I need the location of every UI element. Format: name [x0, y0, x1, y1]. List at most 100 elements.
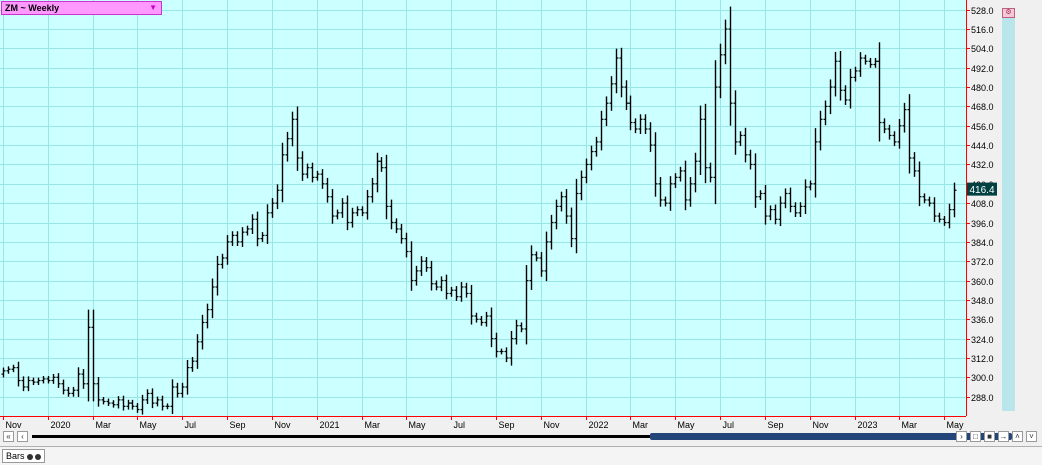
ohlc-bar — [868, 57, 873, 68]
ohlc-bar — [619, 47, 624, 98]
x-tick-label: Mar — [365, 420, 381, 430]
ohlc-bar — [479, 315, 484, 326]
y-tick-label: 336.0 — [971, 315, 994, 325]
ohlc-bar — [947, 203, 952, 229]
ohlc-bar — [170, 379, 175, 414]
symbol-selector[interactable]: ZM ~ Weekly ▼ — [1, 1, 162, 15]
scale-settings-icon[interactable]: ⚙ — [1002, 8, 1015, 18]
ohlc-bar — [106, 398, 111, 407]
scroll-up-icon[interactable]: ˄ — [1012, 431, 1023, 442]
ohlc-bar — [419, 256, 424, 276]
toggle-knob-icon — [34, 453, 41, 460]
ohlc-bar — [61, 379, 66, 395]
ohlc-bar — [31, 377, 36, 386]
y-tick-label: 480.0 — [971, 83, 994, 93]
ohlc-bar — [673, 173, 678, 188]
ohlc-bar — [768, 205, 773, 221]
ohlc-bar — [818, 110, 823, 151]
ohlc-bar — [409, 241, 414, 291]
ohlc-bar — [848, 68, 853, 109]
ohlc-bar — [823, 100, 828, 126]
ohlc-bar — [459, 281, 464, 302]
ohlc-bar — [1, 367, 6, 378]
ohlc-bar — [11, 364, 16, 373]
ohlc-bar — [808, 180, 813, 191]
ohlc-bar — [753, 153, 758, 208]
ohlc-bar — [245, 225, 250, 236]
ohlc-bar — [624, 80, 629, 110]
x-tick-label: May — [947, 420, 965, 430]
ohlc-bar — [135, 403, 140, 413]
ohlc-bar — [469, 284, 474, 325]
ohlc-bar — [638, 114, 643, 135]
ohlc-bar — [21, 376, 26, 392]
ohlc-bar — [394, 218, 399, 234]
scroll-right-icon[interactable]: › — [956, 431, 967, 442]
chart-grid — [0, 0, 966, 416]
x-tick-label: Sep — [499, 420, 515, 430]
ohlc-bar — [66, 386, 71, 397]
time-scrollbar[interactable]: « ‹ › □ ■ → ˄ ˅ — [0, 430, 1042, 444]
ohlc-bar — [240, 227, 245, 247]
ohlc-bar — [549, 214, 554, 250]
ohlc-bar — [927, 196, 932, 207]
ohlc-bar — [713, 60, 718, 205]
bars-tab[interactable]: Bars — [2, 449, 45, 463]
last-price-label: 416.4 — [969, 185, 994, 196]
ohlc-bar — [76, 367, 81, 397]
ohlc-bar — [828, 79, 833, 115]
price-scale-strip[interactable] — [1002, 8, 1015, 411]
x-tick-label: 2020 — [51, 420, 71, 430]
ohlc-bar — [524, 265, 529, 345]
scroll-left-fast-icon[interactable]: « — [3, 431, 14, 442]
ohlc-bar — [424, 257, 429, 272]
ohlc-bar — [594, 136, 599, 157]
ohlc-bar — [340, 198, 345, 218]
x-tick-label: Mar — [96, 420, 112, 430]
ohlc-bar — [887, 124, 892, 140]
x-tick-label: 2023 — [858, 420, 878, 430]
zoom-in-icon[interactable]: □ — [970, 431, 981, 442]
ohlc-bar — [101, 396, 106, 405]
scroll-left-icon[interactable]: ‹ — [17, 431, 28, 442]
ohlc-bar — [205, 303, 210, 329]
ohlc-bar — [6, 366, 11, 374]
ohlc-bar — [265, 204, 270, 244]
toggle-knob-icon — [26, 453, 33, 460]
ohlc-bar — [614, 48, 619, 94]
scroll-end-icon[interactable]: → — [998, 431, 1009, 442]
ohlc-bar — [514, 319, 519, 345]
ohlc-bar — [230, 231, 235, 247]
scroll-down-icon[interactable]: ˅ — [1026, 431, 1037, 442]
ohlc-bar — [345, 195, 350, 231]
ohlc-bar — [365, 189, 370, 220]
ohlc-bar — [355, 206, 360, 217]
ohlc-bar — [290, 111, 295, 147]
y-tick-label: 528.0 — [971, 6, 994, 16]
zoom-out-icon[interactable]: ■ — [984, 431, 995, 442]
y-tick-label: 468.0 — [971, 102, 994, 112]
ohlc-bar — [833, 51, 838, 97]
ohlc-bar — [688, 177, 693, 207]
ohlc-bar — [180, 382, 185, 398]
ohlc-bar — [429, 260, 434, 291]
ohlc-bar — [330, 189, 335, 224]
ohlc-bar — [529, 245, 534, 290]
ohlc-bar — [917, 161, 922, 207]
ohlc-bar — [534, 251, 539, 262]
ohlc-bar — [260, 232, 265, 242]
ohlc-bar — [892, 131, 897, 147]
ohlc-bar — [494, 332, 499, 358]
x-tick-label: Mar — [902, 420, 918, 430]
price-chart: 288.0 300.0 312.0 324.0 336.0 348.0 360.0 372.0… — [0, 0, 997, 430]
y-tick-label: 516.0 — [971, 25, 994, 35]
ohlc-bar — [718, 43, 723, 99]
ohlc-bar — [922, 193, 927, 204]
ohlc-bar — [165, 403, 170, 410]
ohlc-bar — [683, 160, 688, 211]
ohlc-bar — [589, 145, 594, 171]
ohlc-bar — [882, 118, 887, 134]
ohlc-bar — [897, 118, 902, 149]
ohlc-bar — [444, 274, 449, 300]
x-tick-label: Jul — [723, 420, 735, 430]
